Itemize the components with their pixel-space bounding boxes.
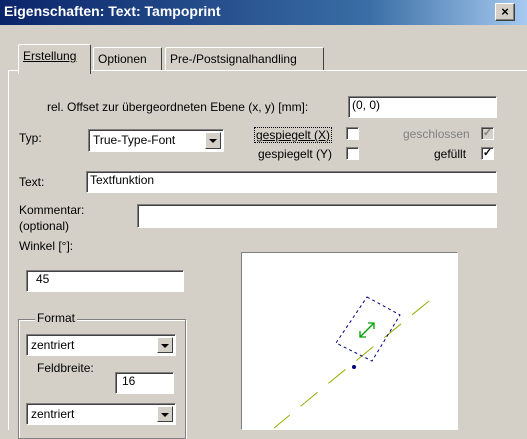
title-bar[interactable]: Eigenschaften: Text: Tampoprint × (0, 0, 527, 25)
tab-optionen-label: Optionen (98, 52, 147, 66)
tab-optionen[interactable]: Optionen (93, 47, 162, 71)
close-button[interactable]: × (495, 3, 515, 21)
tab-page-erstellung (8, 70, 527, 430)
window-title: Eigenschaften: Text: Tampoprint (4, 3, 221, 19)
tab-prepost[interactable]: Pre-/Postsignalhandling (165, 47, 324, 71)
tab-prepost-label: Pre-/Postsignalhandling (170, 52, 297, 66)
tab-erstellung[interactable]: Erstellung (18, 44, 91, 74)
tab-erstellung-label: Erstellung (23, 49, 77, 63)
properties-dialog: Eigenschaften: Text: Tampoprint × Erstel… (0, 0, 527, 439)
